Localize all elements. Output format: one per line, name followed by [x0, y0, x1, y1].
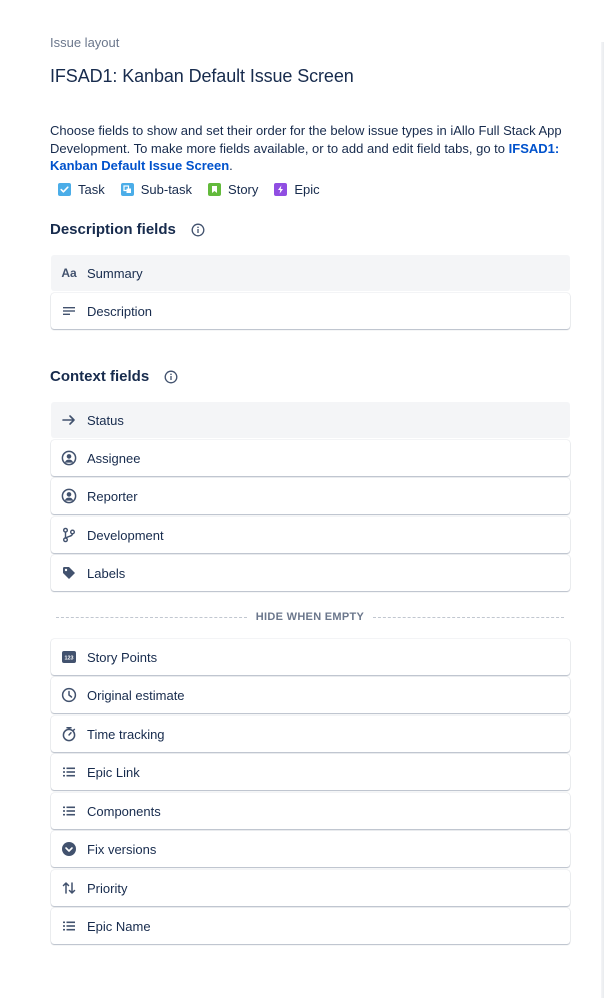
text-aa-icon: Aa: [61, 266, 77, 280]
issue-type-label: Epic: [294, 182, 320, 197]
info-icon[interactable]: [191, 223, 205, 237]
field-reporter[interactable]: Reporter: [51, 478, 570, 514]
hide-when-empty-label: HIDE WHEN EMPTY: [255, 611, 365, 623]
field-label: Status: [87, 412, 124, 428]
page-title: IFSAD1: Kanban Default Issue Screen: [50, 66, 354, 86]
list-icon: [61, 764, 77, 780]
svg-text:123: 123: [65, 655, 74, 661]
description-suffix: .: [229, 158, 233, 174]
page-description: Choose fields to show and set their orde…: [50, 122, 570, 175]
breadcrumb[interactable]: Issue layout: [50, 35, 119, 50]
field-label: Epic Link: [87, 764, 140, 780]
section-title-text: Description fields: [50, 221, 176, 238]
field-label: Description: [87, 303, 153, 319]
list-icon: [61, 803, 77, 819]
field-label: Epic Name: [87, 918, 151, 934]
issue-type-label: Sub-task: [140, 182, 193, 197]
field-label: Labels: [87, 565, 126, 581]
paragraph-lines-icon: [61, 303, 77, 319]
field-labels[interactable]: Labels: [51, 555, 570, 591]
field-development[interactable]: Development: [51, 517, 570, 553]
field-label: Reporter: [87, 488, 138, 504]
field-label: Assignee: [87, 450, 141, 466]
field-story-points[interactable]: 123 Story Points: [51, 639, 570, 675]
field-assignee[interactable]: Assignee: [51, 440, 570, 476]
description-text: Choose fields to show and set their orde…: [50, 123, 562, 156]
epic-lightning-icon: [274, 183, 288, 196]
divider-line: [56, 616, 247, 618]
field-original-estimate[interactable]: Original estimate: [51, 677, 570, 713]
field-description[interactable]: Description: [51, 293, 570, 329]
context-fields-heading: Context fields: [50, 368, 178, 385]
field-epic-name[interactable]: Epic Name: [51, 908, 570, 944]
number-123-icon: 123: [61, 649, 77, 665]
field-components[interactable]: Components: [51, 793, 570, 829]
list-icon: [61, 918, 77, 934]
field-label: Original estimate: [87, 687, 185, 703]
task-check-icon: [58, 183, 71, 196]
person-circle-icon: [61, 450, 77, 466]
section-title-text: Context fields: [50, 368, 150, 385]
field-label: Priority: [87, 880, 128, 896]
field-label: Summary: [87, 265, 143, 281]
person-circle-icon: [61, 488, 77, 504]
issue-type-label: Story: [228, 182, 259, 197]
issue-type-task: Task: [58, 182, 105, 197]
subtask-icon: [120, 183, 134, 196]
arrow-right-icon: [61, 412, 77, 428]
issue-type-epic: Epic: [274, 182, 320, 197]
tag-icon: [61, 565, 77, 581]
divider-line: [373, 616, 564, 618]
info-icon[interactable]: [164, 370, 178, 384]
branch-icon: [61, 527, 77, 543]
field-priority[interactable]: Priority: [51, 870, 570, 906]
hide-when-empty-divider: HIDE WHEN EMPTY: [56, 610, 564, 624]
clock-icon: [61, 687, 77, 703]
sort-arrows-icon: [61, 880, 77, 896]
story-bookmark-icon: [208, 183, 222, 196]
field-fix-versions[interactable]: Fix versions: [51, 831, 570, 867]
field-label: Development: [87, 527, 164, 543]
field-label: Story Points: [87, 649, 158, 665]
stopwatch-icon: [61, 726, 77, 742]
issue-type-label: Task: [78, 182, 105, 197]
field-summary[interactable]: Aa Summary: [51, 255, 570, 291]
issue-type-story: Story: [208, 182, 258, 197]
issue-type-subtask: Sub-task: [120, 182, 193, 197]
field-label: Time tracking: [87, 726, 165, 742]
field-label: Fix versions: [87, 841, 157, 857]
field-time-tracking[interactable]: Time tracking: [51, 716, 570, 752]
issue-types-list: Task Sub-task Story Epic: [58, 182, 336, 197]
description-fields-heading: Description fields: [50, 221, 205, 238]
chevron-circle-icon: [61, 841, 77, 857]
field-epic-link[interactable]: Epic Link: [51, 754, 570, 790]
field-label: Components: [87, 803, 161, 819]
field-status[interactable]: Status: [51, 402, 570, 438]
